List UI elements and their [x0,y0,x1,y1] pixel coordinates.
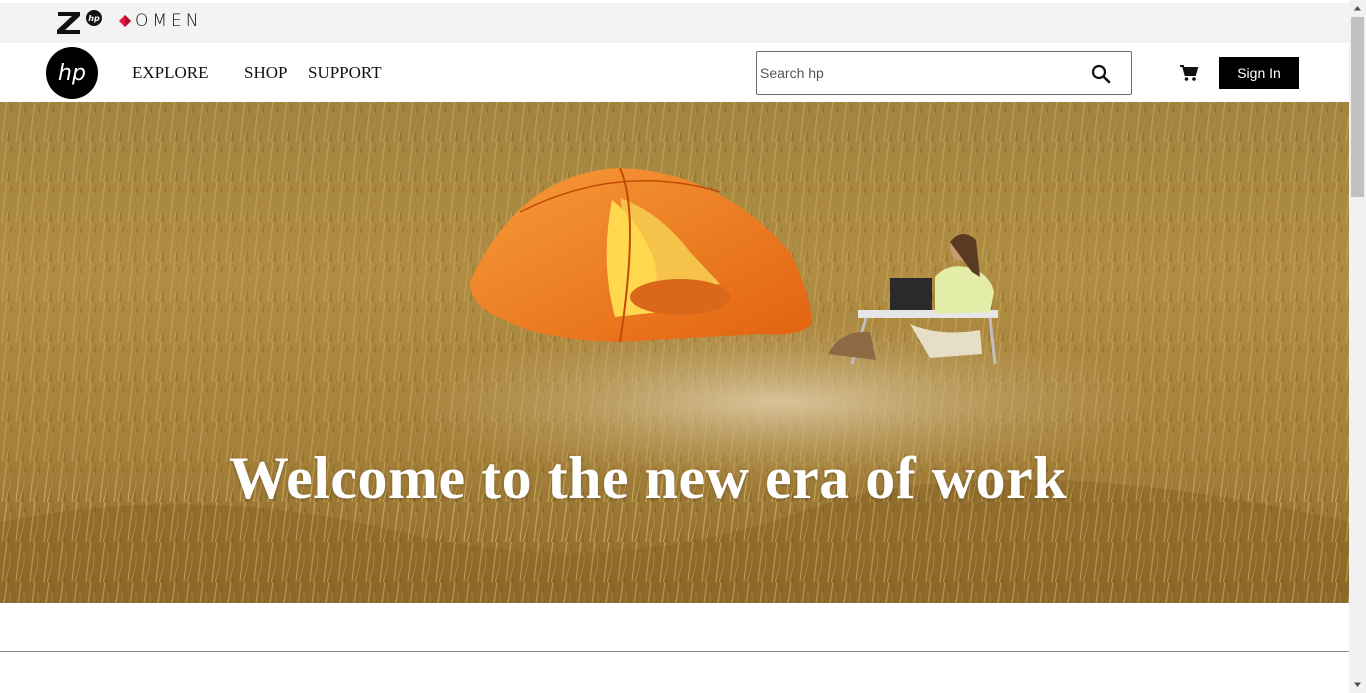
omen-label: OMEN [135,11,203,31]
omen-diamond-icon [119,15,131,27]
hp-logo-icon[interactable]: hp [46,47,98,99]
cart-icon[interactable] [1179,64,1199,82]
page-scrollbar[interactable] [1349,0,1366,693]
hp-z-logo-icon[interactable]: hp [56,8,104,34]
scroll-thumb[interactable] [1351,17,1364,197]
scroll-down-icon[interactable] [1349,676,1366,693]
hero-image [0,102,1349,603]
svg-text:hp: hp [88,14,100,23]
section-divider [0,651,1349,652]
brand-bar: hp OMEN [0,3,1349,43]
search-input[interactable] [760,53,1080,93]
sign-in-button[interactable]: Sign In [1219,57,1299,89]
hero-banner: Welcome to the new era of work [0,102,1349,603]
search-icon[interactable] [1091,64,1111,84]
main-nav: hp EXPLORE SHOP SUPPORT Sign In [0,43,1349,102]
content-area [0,603,1349,693]
nav-explore[interactable]: EXPLORE [132,63,209,83]
nav-support[interactable]: SUPPORT [308,63,382,83]
search-box [756,51,1132,95]
scroll-up-icon[interactable] [1349,0,1366,17]
hero-title: Welcome to the new era of work [228,445,1068,511]
omen-logo[interactable]: OMEN [119,12,203,30]
nav-shop[interactable]: SHOP [244,63,287,83]
svg-text:hp: hp [58,61,86,86]
